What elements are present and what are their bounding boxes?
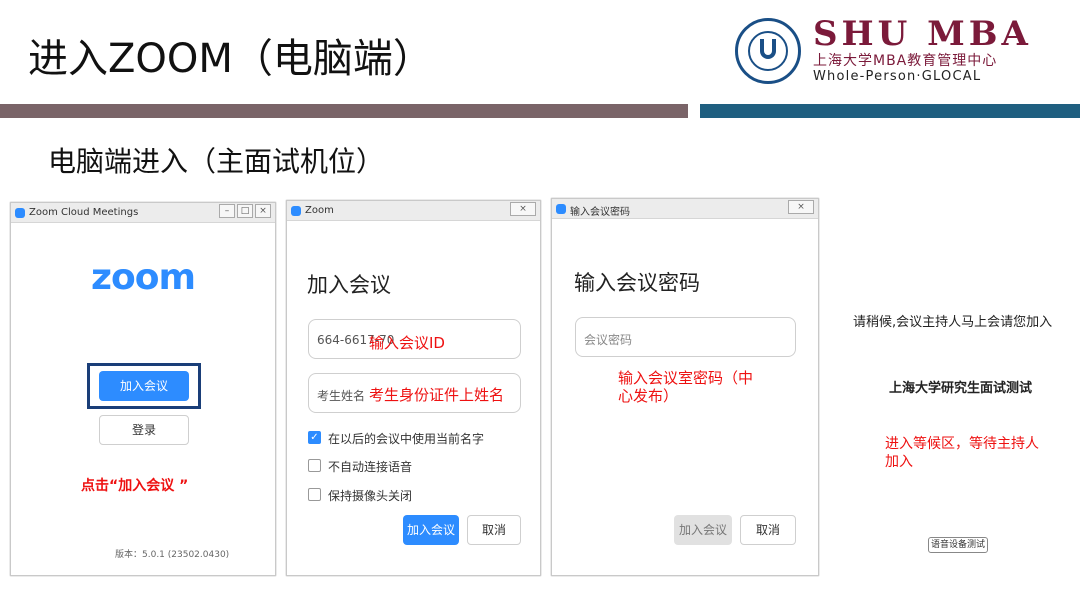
password-window: 输入会议密码 × 输入会议密码 会议密码 输入会议室密码（中 心发布） 加入会议…: [551, 198, 819, 576]
university-seal-icon: [735, 18, 801, 84]
name-value: 考生姓名: [317, 389, 366, 403]
minimize-icon[interactable]: –: [219, 204, 235, 218]
password-input[interactable]: 会议密码: [575, 317, 796, 357]
audio-test-button[interactable]: 语音设备测试: [928, 537, 988, 553]
maximize-icon[interactable]: □: [237, 204, 253, 218]
waiting-annotation-line1: 进入等候区，等待主持人: [885, 436, 1039, 452]
join-meeting-button[interactable]: 加入会议: [99, 371, 189, 401]
password-heading: 输入会议密码: [574, 271, 700, 295]
slide-title: 进入ZOOM（电脑端）: [28, 36, 433, 82]
cancel-button[interactable]: 取消: [467, 515, 521, 545]
window-titlebar: Zoom ×: [287, 201, 540, 221]
header-divider-left: [0, 104, 688, 118]
window-titlebar: Zoom Cloud Meetings – □ ×: [11, 203, 275, 223]
waiting-message: 请稍候,会议主持人马上会请您加入: [853, 315, 1053, 330]
window-title: 输入会议密码: [570, 207, 630, 218]
meeting-id-annotation: 输入会议ID: [369, 334, 445, 352]
checkbox-icon[interactable]: [308, 459, 321, 472]
logo-sub-text: 上海大学MBA教育管理中心: [813, 53, 998, 69]
waiting-annotation-line2: 加入: [885, 454, 913, 470]
checkbox-icon[interactable]: [308, 488, 321, 501]
password-placeholder: 会议密码: [584, 333, 633, 347]
checked-icon[interactable]: ✓: [308, 431, 321, 444]
name-annotation: 考生身份证件上姓名: [369, 386, 505, 404]
window-title: Zoom Cloud Meetings: [29, 207, 139, 218]
slide-subtitle: 电脑端进入（主面试机位）: [48, 145, 385, 178]
version-text: 版本：5.0.1 (23502.0430): [115, 550, 230, 560]
zoom-app-icon: [556, 204, 566, 214]
window-title: Zoom: [305, 205, 334, 216]
cancel-button[interactable]: 取消: [740, 515, 796, 545]
meeting-name: 上海大学研究生面试测试: [889, 381, 1033, 396]
close-icon[interactable]: ×: [255, 204, 271, 218]
window-titlebar: 输入会议密码 ×: [552, 199, 818, 219]
zoom-app-icon: [291, 206, 301, 216]
zoom-logo: zoom: [91, 257, 196, 298]
logo-main-text: SHU MBA: [813, 14, 1032, 54]
zoom-app-icon: [15, 208, 25, 218]
join-meeting-window: Zoom × 加入会议 664-6617-70 输入会议ID 考生姓名 考生身份…: [286, 200, 541, 576]
password-annotation-line2: 心发布）: [618, 387, 679, 405]
zoom-home-window: Zoom Cloud Meetings – □ × zoom 加入会议 登录 点击“…: [10, 202, 276, 576]
header-divider-right: [700, 104, 1080, 118]
close-icon[interactable]: ×: [510, 202, 536, 216]
join-button-disabled[interactable]: 加入会议: [674, 515, 732, 545]
logo-motto-text: Whole-Person·GLOCAL: [813, 69, 982, 84]
sign-in-button[interactable]: 登录: [99, 415, 189, 445]
join-heading: 加入会议: [307, 273, 391, 297]
shu-mba-logo: SHU MBA 上海大学MBA教育管理中心 Whole-Person·GLOCA…: [735, 14, 1055, 88]
join-button[interactable]: 加入会议: [403, 515, 459, 545]
close-icon[interactable]: ×: [788, 200, 814, 214]
click-join-annotation: 点击“加入会议 ”: [81, 478, 189, 494]
